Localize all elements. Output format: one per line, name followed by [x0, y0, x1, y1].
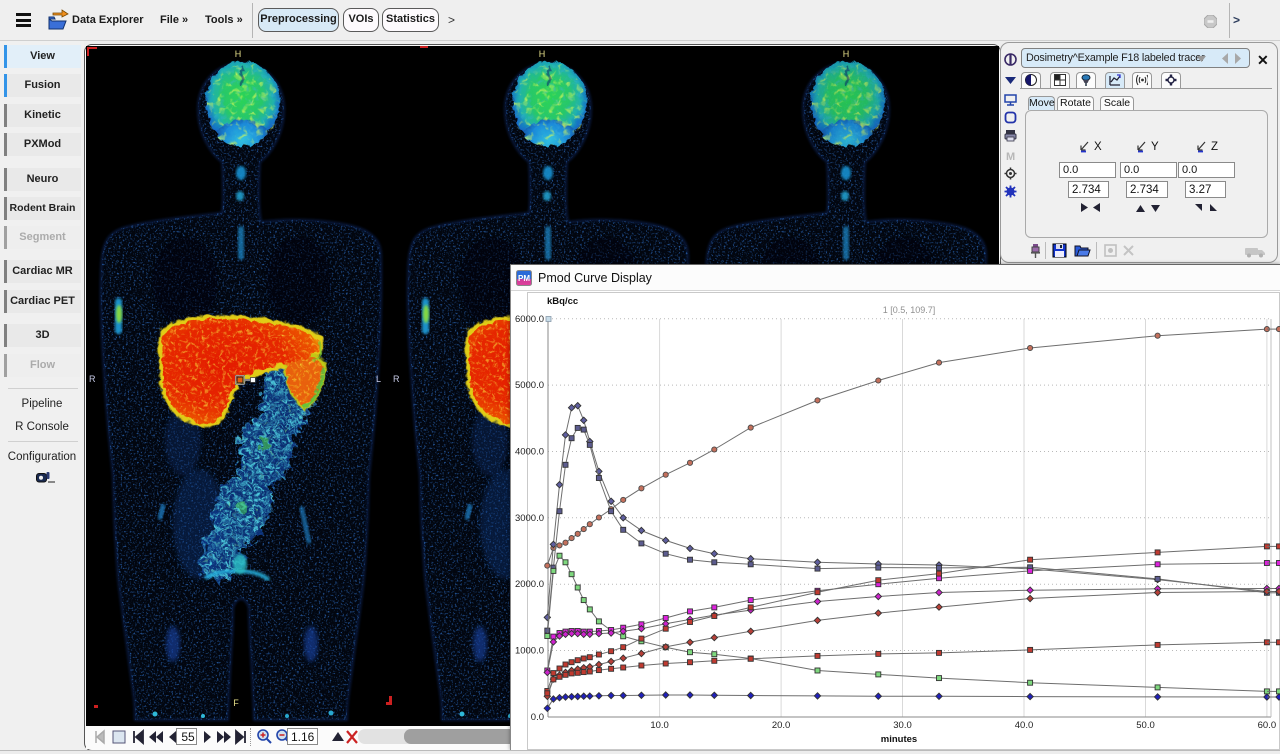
svg-text:3000.0: 3000.0	[515, 513, 544, 524]
svg-text:20.0: 20.0	[772, 720, 791, 731]
svg-text:40.0: 40.0	[1015, 720, 1034, 731]
svg-text:60.0: 60.0	[1258, 720, 1277, 731]
svg-text:R: R	[393, 374, 400, 384]
svg-text:50.0: 50.0	[1136, 720, 1155, 731]
svg-text:R: R	[89, 374, 96, 384]
svg-text:L: L	[376, 374, 381, 384]
svg-text:0.0: 0.0	[531, 712, 544, 723]
svg-text:kBq/cc: kBq/cc	[547, 296, 578, 307]
svg-text:4000.0: 4000.0	[515, 447, 544, 458]
svg-text:10.0: 10.0	[650, 720, 669, 731]
svg-text:H: H	[843, 49, 850, 59]
svg-text:30.0: 30.0	[893, 720, 912, 731]
svg-text:5000.0: 5000.0	[515, 380, 544, 391]
svg-text:F: F	[233, 698, 239, 708]
svg-text:1000.0: 1000.0	[515, 646, 544, 657]
svg-text:PM: PM	[518, 274, 530, 283]
svg-text:2000.0: 2000.0	[515, 579, 544, 590]
svg-text:H: H	[539, 49, 546, 59]
svg-text:1 [0.5, 109.7]: 1 [0.5, 109.7]	[883, 305, 936, 315]
svg-text:M: M	[1006, 151, 1015, 162]
svg-text:6000.0: 6000.0	[515, 314, 544, 325]
svg-text:H: H	[235, 49, 242, 59]
svg-text:minutes: minutes	[881, 734, 917, 745]
